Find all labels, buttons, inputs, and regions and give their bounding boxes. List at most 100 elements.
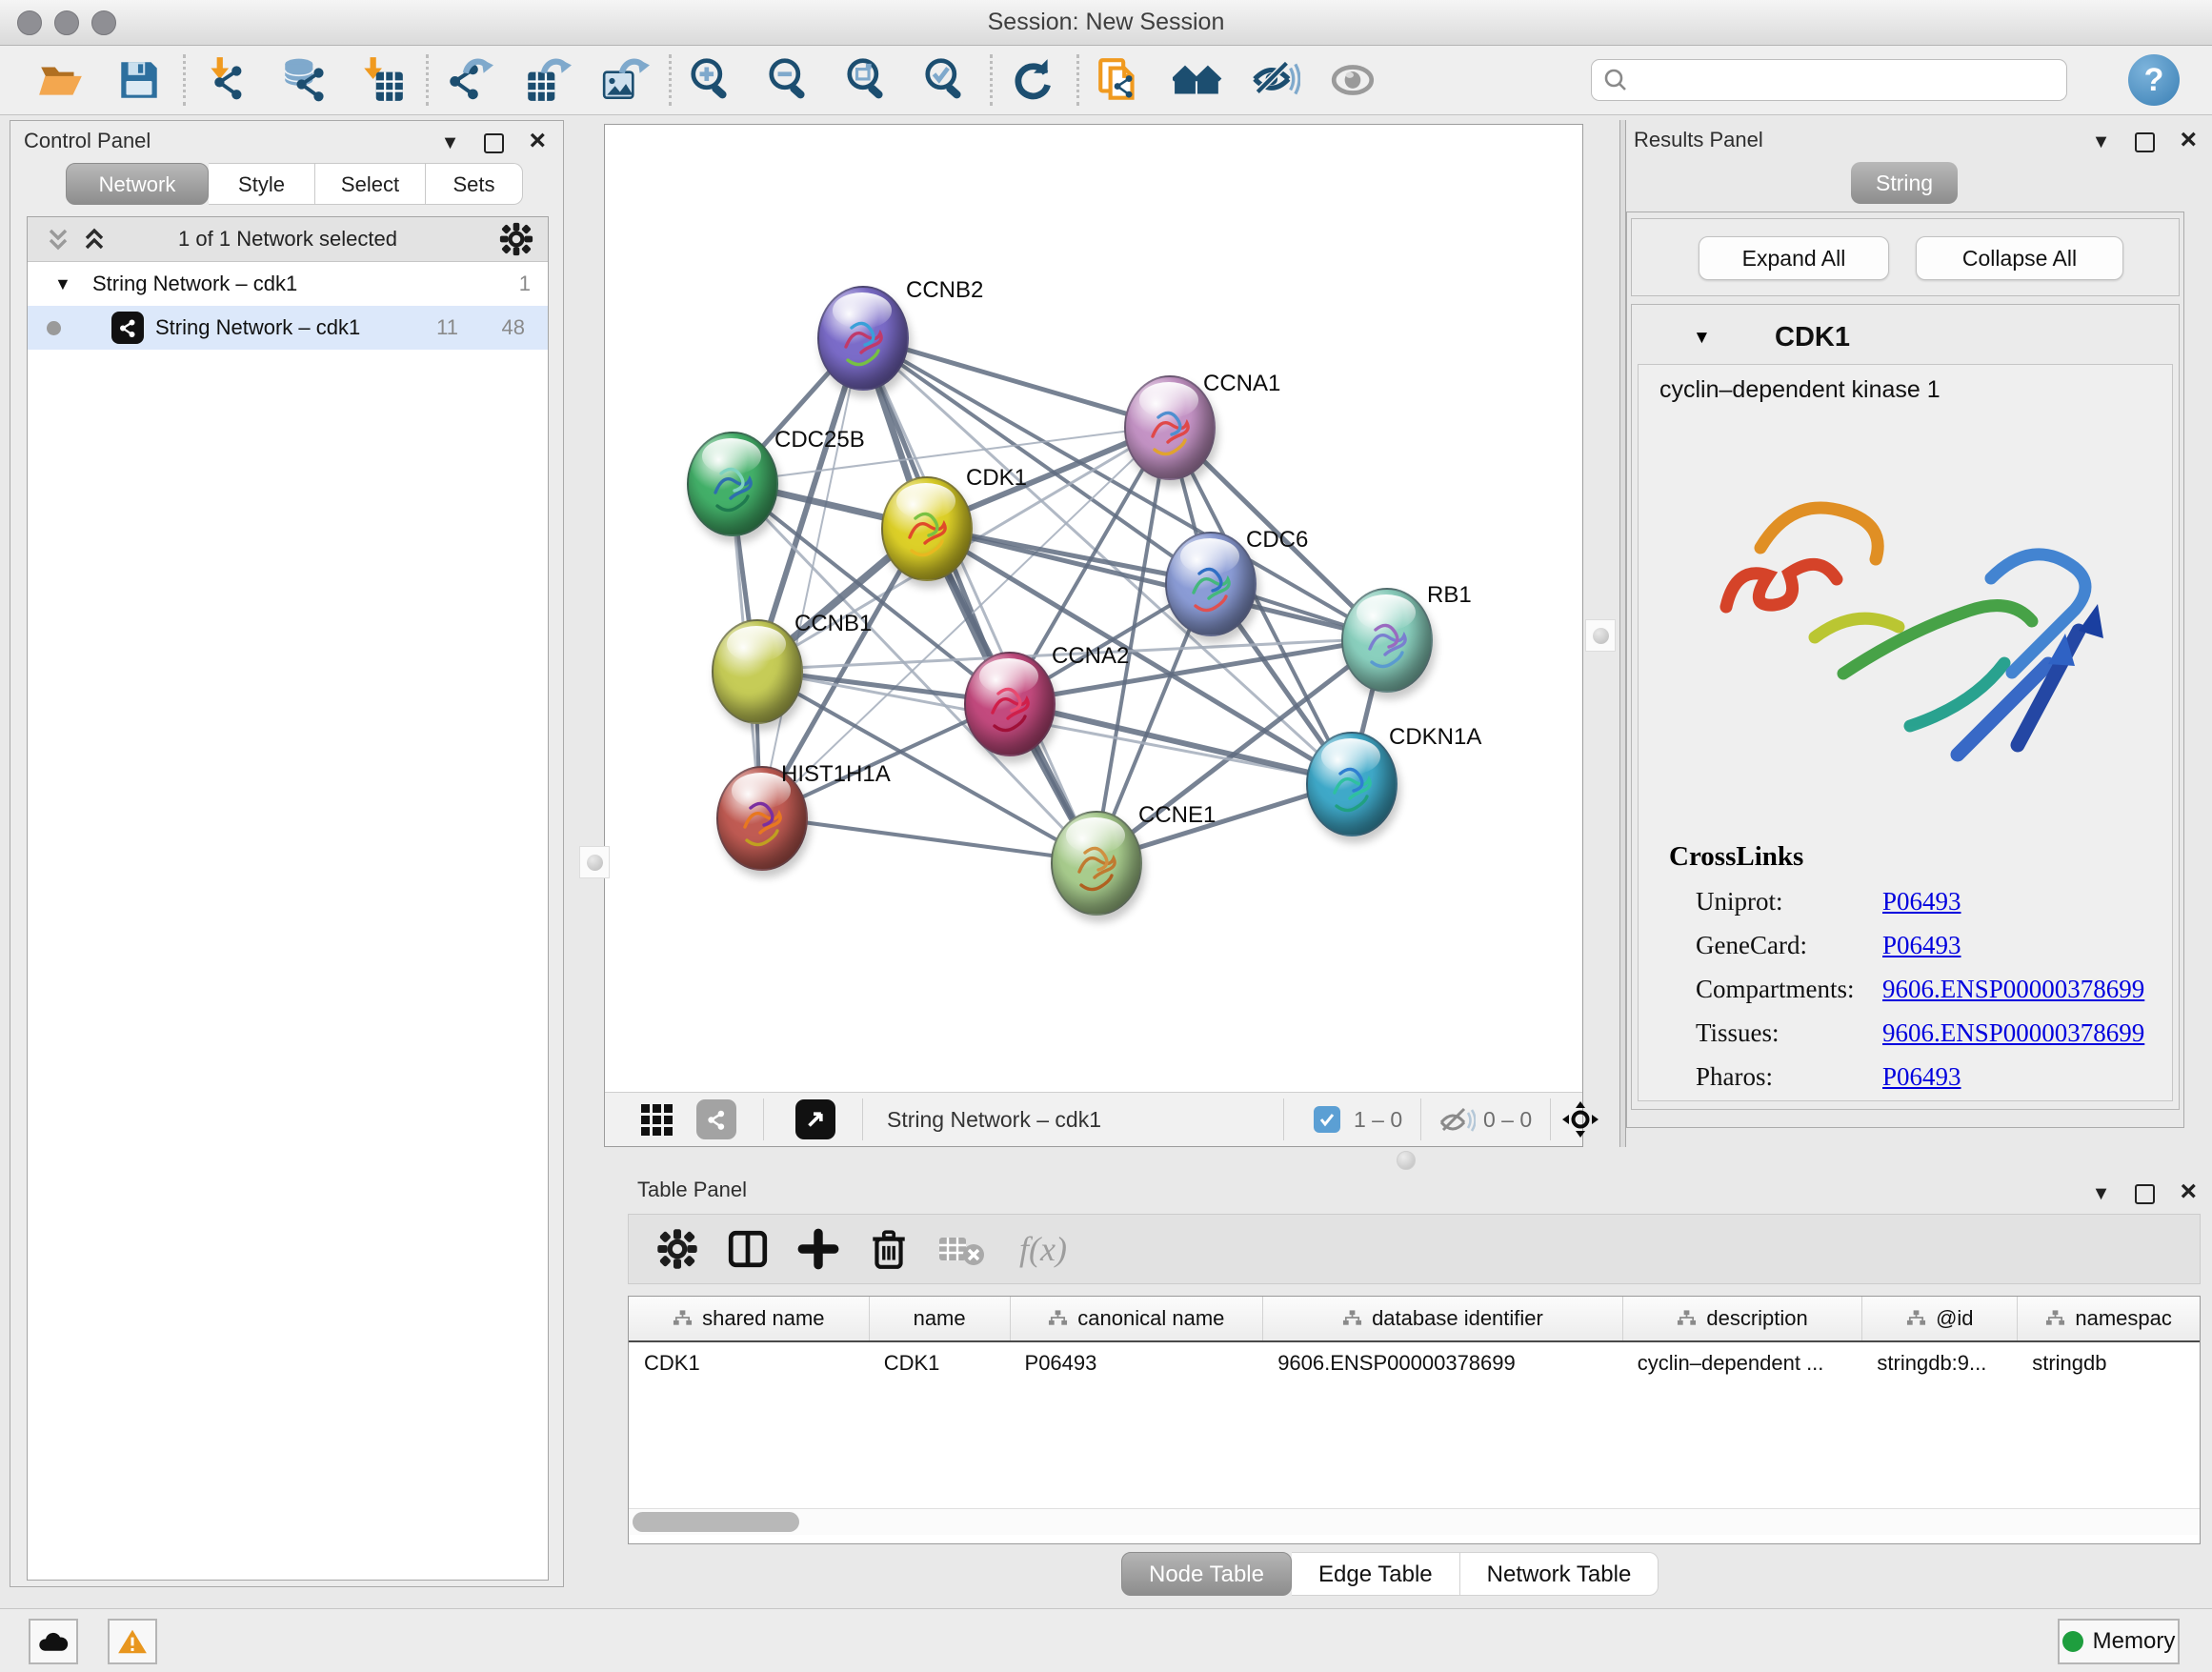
- crosslink-link[interactable]: P06493: [1882, 887, 1961, 917]
- results-panel-float-icon[interactable]: [2135, 132, 2155, 152]
- results-panel-collapse-icon[interactable]: ▼: [2092, 132, 2111, 151]
- tab-edge-table[interactable]: Edge Table: [1292, 1552, 1460, 1596]
- birds-eye-view-icon[interactable]: [795, 1099, 835, 1139]
- network-node-CCNE1[interactable]: [1051, 811, 1142, 916]
- table-cell[interactable]: CDK1: [629, 1342, 869, 1384]
- warning-icon: [117, 1628, 148, 1655]
- column-header-name[interactable]: name: [869, 1297, 1010, 1340]
- memory-button[interactable]: Memory: [2058, 1619, 2180, 1664]
- control-panel-collapse-icon[interactable]: ▼: [441, 133, 460, 152]
- network-collection-label: String Network – cdk1: [92, 272, 297, 296]
- column-header--id[interactable]: @id: [1861, 1297, 2017, 1340]
- save-session-icon[interactable]: [114, 55, 164, 105]
- import-network-from-file-icon[interactable]: [201, 55, 251, 105]
- table-settings-gear-icon[interactable]: [655, 1227, 699, 1271]
- results-panel-close-icon[interactable]: ×: [2180, 126, 2197, 154]
- hide-selected-icon[interactable]: [1251, 55, 1300, 105]
- export-image-icon[interactable]: [600, 55, 650, 105]
- table-panel-float-icon[interactable]: [2135, 1184, 2155, 1204]
- table-cell[interactable]: stringdb:9...: [1861, 1342, 2017, 1384]
- left-splitter-handle[interactable]: [579, 846, 610, 878]
- column-header-description[interactable]: description: [1622, 1297, 1862, 1340]
- gene-card-expander-icon[interactable]: ▼: [1693, 328, 1711, 349]
- zoom-selected-icon[interactable]: [921, 55, 971, 105]
- tab-network[interactable]: Network: [66, 163, 209, 205]
- collapse-all-button[interactable]: Collapse All: [1916, 236, 2123, 280]
- cloud-status-button[interactable]: [29, 1619, 78, 1664]
- tab-select[interactable]: Select: [315, 163, 426, 205]
- column-header-shared-name[interactable]: shared name: [629, 1297, 869, 1340]
- first-neighbors-icon[interactable]: [1173, 55, 1222, 105]
- apply-preferred-layout-icon[interactable]: [1008, 55, 1057, 105]
- table-row[interactable]: CDK1CDK1P064939606.ENSP00000378699cyclin…: [629, 1342, 2200, 1384]
- export-table-icon[interactable]: [522, 55, 572, 105]
- clone-network-icon[interactable]: [1095, 55, 1144, 105]
- table-cell[interactable]: cyclin–dependent ...: [1622, 1342, 1862, 1384]
- network-canvas[interactable]: CCNB2 CCNA1 CDC25B CDK1 CDC6 RB1 CCNB1 C…: [605, 125, 1582, 1093]
- control-panel-close-icon[interactable]: ×: [529, 127, 546, 155]
- table-cell[interactable]: CDK1: [869, 1342, 1010, 1384]
- tab-sets[interactable]: Sets: [426, 163, 523, 205]
- zoom-in-icon[interactable]: [687, 55, 736, 105]
- crosslink-link[interactable]: P06493: [1882, 1062, 1961, 1092]
- right-splitter-handle[interactable]: [1585, 619, 1616, 652]
- tab-network-table[interactable]: Network Table: [1460, 1552, 1659, 1596]
- network-node-CDC25B[interactable]: [687, 432, 778, 536]
- import-table-from-file-icon[interactable]: [357, 55, 407, 105]
- network-collection-row[interactable]: ▼ String Network – cdk1 1: [28, 262, 548, 306]
- column-header-namespac[interactable]: namespac: [2017, 1297, 2200, 1340]
- fit-content-crosshair-icon[interactable]: [1561, 1100, 1599, 1138]
- column-header-canonical-name[interactable]: canonical name: [1010, 1297, 1263, 1340]
- tree-expander-icon[interactable]: ▼: [54, 274, 71, 294]
- open-session-icon[interactable]: [36, 55, 86, 105]
- delete-column-trash-icon[interactable]: [867, 1227, 911, 1271]
- network-node-CDKN1A[interactable]: [1306, 732, 1398, 836]
- network-node-RB1[interactable]: [1341, 588, 1433, 693]
- vertical-splitter[interactable]: [1619, 120, 1626, 1147]
- column-header-database-identifier[interactable]: database identifier: [1262, 1297, 1622, 1340]
- table-panel-collapse-icon[interactable]: ▼: [2092, 1184, 2111, 1203]
- table-cell[interactable]: 9606.ENSP00000378699: [1262, 1342, 1622, 1384]
- export-network-icon[interactable]: [444, 55, 493, 105]
- show-columns-icon[interactable]: [726, 1227, 770, 1271]
- network-node-CDC6[interactable]: [1165, 532, 1257, 636]
- show-all-icon[interactable]: [1329, 55, 1378, 105]
- scrollbar-thumb[interactable]: [633, 1512, 799, 1532]
- crosslink-link[interactable]: P06493: [1882, 931, 1961, 960]
- search-input[interactable]: [1636, 67, 2066, 93]
- control-panel-tabs: Network Style Select Sets: [66, 163, 523, 205]
- network-share-view-icon[interactable]: [696, 1099, 736, 1139]
- network-node-CCNB2[interactable]: [817, 286, 909, 391]
- zoom-fit-icon[interactable]: [843, 55, 893, 105]
- crosslink-link[interactable]: 9606.ENSP00000378699: [1882, 1018, 2144, 1048]
- tab-style[interactable]: Style: [209, 163, 315, 205]
- network-options-gear-icon[interactable]: [498, 221, 534, 257]
- network-row-selected[interactable]: String Network – cdk1 11 48: [28, 306, 548, 350]
- import-network-from-database-icon[interactable]: [279, 55, 329, 105]
- memory-label: Memory: [2093, 1628, 2176, 1655]
- network-node-CCNB1[interactable]: [712, 619, 803, 724]
- tab-node-table[interactable]: Node Table: [1121, 1552, 1292, 1596]
- warnings-button[interactable]: [108, 1619, 157, 1664]
- application-window: Session: New Session ? Control Panel ▼ ×…: [0, 0, 2212, 1671]
- add-column-plus-icon[interactable]: [796, 1227, 840, 1271]
- help-button[interactable]: ?: [2128, 54, 2180, 106]
- grid-view-icon[interactable]: [639, 1102, 675, 1138]
- gene-symbol: CDK1: [1775, 322, 1850, 353]
- network-node-CCNA2[interactable]: [964, 652, 1056, 756]
- network-node-CCNA1[interactable]: [1124, 375, 1216, 480]
- selected-nodes-checkbox-icon[interactable]: [1314, 1106, 1340, 1133]
- search-box[interactable]: [1591, 59, 2067, 101]
- network-node-CDK1[interactable]: [881, 476, 973, 581]
- table-cell[interactable]: P06493: [1010, 1342, 1263, 1384]
- expand-all-button[interactable]: Expand All: [1699, 236, 1889, 280]
- results-tab-string[interactable]: String: [1851, 162, 1958, 204]
- table-horizontal-scrollbar[interactable]: [629, 1508, 2200, 1535]
- network-node-label-HIST1H1A: HIST1H1A: [781, 761, 891, 788]
- table-cell[interactable]: stringdb: [2017, 1342, 2200, 1384]
- horizontal-splitter-handle[interactable]: [1397, 1151, 1416, 1170]
- control-panel-float-icon[interactable]: [484, 133, 504, 153]
- zoom-out-icon[interactable]: [765, 55, 814, 105]
- table-panel-close-icon[interactable]: ×: [2180, 1178, 2197, 1206]
- crosslink-link[interactable]: 9606.ENSP00000378699: [1882, 975, 2144, 1004]
